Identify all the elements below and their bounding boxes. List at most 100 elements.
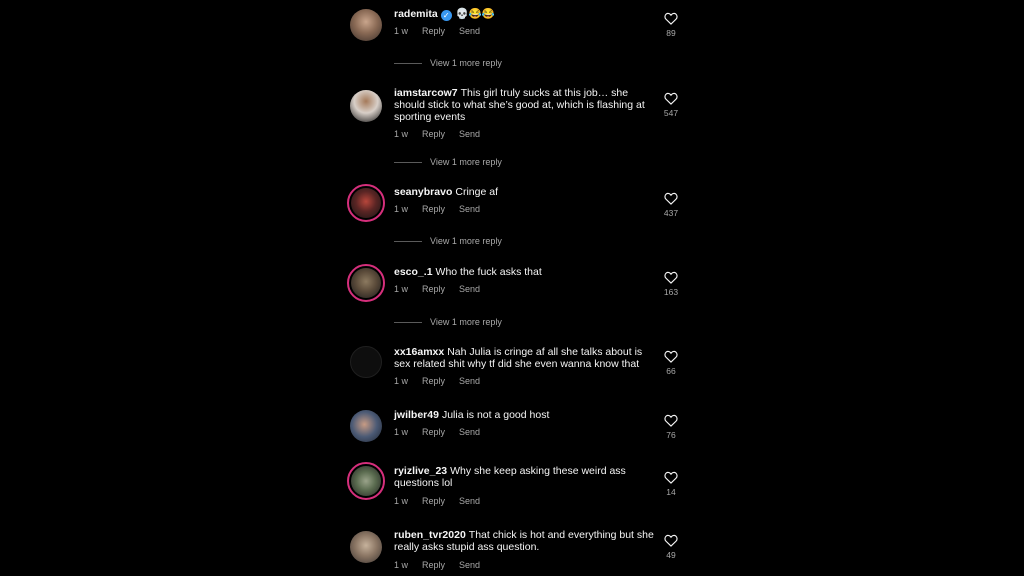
comment-username[interactable]: iamstarcow7 [394,87,458,99]
comment-text: iamstarcow7 This girl truly sucks at this… [394,87,656,123]
view-more-replies-label[interactable]: View 1 more reply [430,58,502,68]
like-count: 76 [666,430,676,440]
comment-age: 1 w [394,26,409,36]
comment-username[interactable]: ruben_tvr2020 [394,529,466,541]
view-more-replies-label[interactable]: View 1 more reply [430,317,502,327]
comment-meta: 1 w Reply Send [394,129,494,139]
comment-text: seanybravo Cringe af [394,186,656,198]
like-button[interactable]: 76 [656,414,686,440]
like-button[interactable]: 49 [656,534,686,560]
avatar[interactable] [350,531,382,563]
send-button[interactable]: Send [459,129,480,139]
comment-meta: 1 w Reply Send [394,560,494,570]
comment-meta: 1 w Reply Send [394,284,494,294]
heart-outline-icon[interactable] [664,414,678,427]
comment-username[interactable]: seanybravo [394,186,452,198]
comment-username[interactable]: rademita [394,8,438,20]
send-button[interactable]: Send [459,427,480,437]
comment-text: ryizlive_23 Why she keep asking these wei… [394,465,656,489]
send-button[interactable]: Send [459,204,480,214]
comment-username[interactable]: xx16amxx [394,346,444,358]
comment-username[interactable]: esco_.1 [394,266,433,278]
comment-age: 1 w [394,129,409,139]
comment-age: 1 w [394,376,409,386]
like-count: 547 [663,108,679,118]
reply-button[interactable]: Reply [422,496,445,506]
comment-age: 1 w [394,204,409,214]
send-button[interactable]: Send [459,284,480,294]
view-more-replies-label[interactable]: View 1 more reply [430,157,502,167]
comment-body: 💀😂😂 [455,8,496,20]
avatar[interactable] [347,184,385,222]
view-more-replies[interactable]: View 1 more reply [394,157,502,167]
avatar[interactable] [350,9,382,41]
verified-badge-icon: ✓ [440,10,452,21]
view-more-replies[interactable]: View 1 more reply [394,317,502,327]
comment-meta: 1 w Reply Send [394,376,494,386]
heart-outline-icon[interactable] [664,471,678,484]
avatar-image [351,268,381,298]
comment-meta: 1 w Reply Send [394,204,494,214]
heart-outline-icon[interactable] [664,534,678,547]
comment-meta: 1 w Reply Send [394,427,494,437]
comment-meta: 1 w Reply Send [394,26,494,36]
comment-text: esco_.1 Who the fuck asks that [394,266,656,278]
divider [394,62,422,64]
avatar[interactable] [350,346,382,378]
like-button[interactable]: 163 [656,271,686,297]
like-count: 14 [666,487,676,497]
avatar[interactable] [350,90,382,122]
heart-outline-icon[interactable] [664,12,678,25]
reply-button[interactable]: Reply [422,284,445,294]
like-button[interactable]: 437 [656,192,686,218]
comment-age: 1 w [394,560,409,570]
reply-button[interactable]: Reply [422,560,445,570]
like-count: 49 [666,550,676,560]
reply-button[interactable]: Reply [422,26,445,36]
comment-text: jwilber49 Julia is not a good host [394,409,656,421]
heart-outline-icon[interactable] [664,271,678,284]
heart-outline-icon[interactable] [664,192,678,205]
reply-button[interactable]: Reply [422,427,445,437]
comment-body: Who the fuck asks that [435,266,542,278]
reply-button[interactable]: Reply [422,204,445,214]
comment-age: 1 w [394,496,409,506]
heart-outline-icon[interactable] [664,92,678,105]
comment-text: xx16amxx Nah Julia is cringe af all she t… [394,346,656,370]
like-count: 437 [663,208,679,218]
avatar-image [351,188,381,218]
comment-meta: 1 w Reply Send [394,496,494,506]
send-button[interactable]: Send [459,560,480,570]
like-button[interactable]: 547 [656,92,686,118]
comment-body: Julia is not a good host [441,409,550,421]
like-count: 163 [663,287,679,297]
reply-button[interactable]: Reply [422,129,445,139]
send-button[interactable]: Send [459,26,480,36]
comment-text: rademita ✓ 💀😂😂 [394,8,656,21]
like-button[interactable]: 66 [656,350,686,376]
like-button[interactable]: 89 [656,12,686,38]
divider [394,161,422,163]
avatar[interactable] [347,264,385,302]
comment-username[interactable]: jwilber49 [394,409,439,421]
comment-age: 1 w [394,427,409,437]
comment-body: Cringe af [455,186,498,198]
send-button[interactable]: Send [459,496,480,506]
divider [394,240,422,242]
heart-outline-icon[interactable] [664,350,678,363]
avatar-image [351,466,381,496]
comment-age: 1 w [394,284,409,294]
view-more-replies[interactable]: View 1 more reply [394,236,502,246]
comment-text: ruben_tvr2020 That chick is hot and every… [394,529,656,553]
view-more-replies-label[interactable]: View 1 more reply [430,236,502,246]
send-button[interactable]: Send [459,376,480,386]
divider [394,321,422,323]
like-count: 89 [666,28,676,38]
view-more-replies[interactable]: View 1 more reply [394,58,502,68]
like-count: 66 [666,366,676,376]
reply-button[interactable]: Reply [422,376,445,386]
avatar[interactable] [350,410,382,442]
avatar[interactable] [347,462,385,500]
like-button[interactable]: 14 [656,471,686,497]
comment-username[interactable]: ryizlive_23 [394,465,447,477]
